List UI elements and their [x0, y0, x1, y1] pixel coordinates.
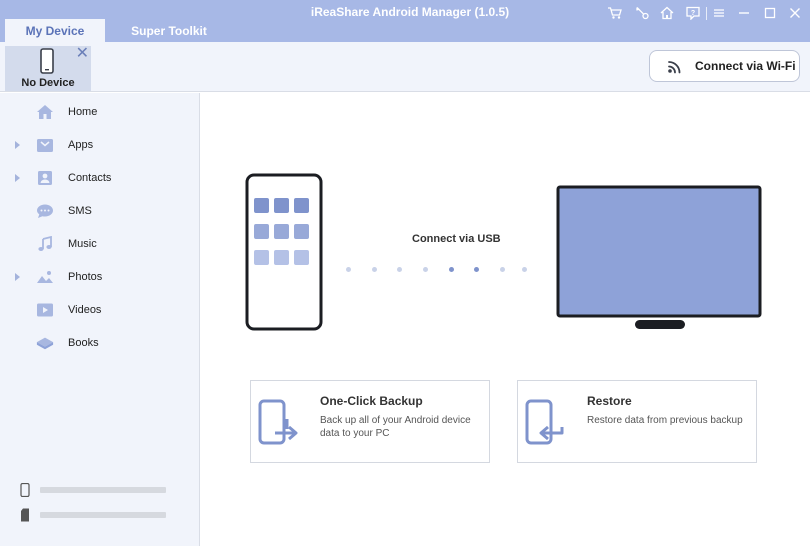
phone-icon — [40, 48, 54, 79]
feedback-icon[interactable]: ? — [684, 5, 702, 21]
usb-connection-label: Connect via USB — [412, 233, 501, 245]
books-icon — [36, 334, 54, 352]
sidebar-item-sms[interactable]: SMS — [0, 194, 200, 227]
sidebar-item-label: Apps — [68, 138, 94, 151]
wifi-icon — [668, 60, 681, 73]
phone-storage-bar — [40, 487, 166, 493]
sidebar-item-label: Music — [68, 237, 97, 250]
sidebar-item-label: Home — [68, 105, 98, 118]
sidebar-item-label: Videos — [68, 303, 102, 316]
svg-text:?: ? — [691, 10, 695, 17]
connect-wifi-button[interactable]: Connect via Wi-Fi — [649, 50, 800, 82]
sidebar-item-photos[interactable]: Photos — [0, 260, 200, 293]
one-click-backup-card[interactable]: One-Click Backup Back up all of your And… — [250, 380, 490, 463]
minimize-icon[interactable] — [735, 5, 753, 21]
key-icon[interactable] — [633, 5, 651, 21]
music-icon — [36, 235, 54, 253]
card-desc: Back up all of your Android device data … — [320, 415, 471, 439]
maximize-icon[interactable] — [761, 5, 779, 21]
sidebar-item-label: Books — [68, 336, 99, 349]
videos-icon — [36, 301, 54, 319]
device-label: No Device — [21, 77, 75, 89]
photos-icon — [36, 268, 54, 286]
progress-dot — [423, 267, 428, 272]
tab-super-toolkit[interactable]: Super Toolkit — [118, 19, 220, 42]
device-bar: ✕ No Device Connect via Wi-Fi — [0, 42, 810, 92]
tab-my-device[interactable]: My Device — [5, 19, 105, 42]
app-title: iReaShare Android Manager (1.0.5) — [310, 5, 510, 19]
home-icon[interactable] — [658, 5, 676, 21]
phone-illustration — [245, 173, 323, 331]
title-separator — [706, 7, 707, 20]
sd-card-icon — [21, 508, 29, 522]
sidebar-item-label: Contacts — [68, 171, 112, 184]
sidebar-item-books[interactable]: Books — [0, 326, 200, 359]
menu-icon[interactable] — [710, 5, 728, 21]
main-panel: Connect via USB One-Click Backup Back up… — [201, 93, 810, 546]
sd-storage-row — [20, 508, 170, 522]
expand-arrow-icon[interactable] — [15, 140, 20, 149]
sidebar-item-apps[interactable]: Apps — [0, 128, 200, 161]
progress-dot — [397, 267, 402, 272]
progress-dot — [522, 267, 527, 272]
phone-storage-row — [20, 483, 170, 497]
progress-dot — [449, 267, 454, 272]
progress-dot — [372, 267, 377, 272]
restore-card[interactable]: Restore Restore data from previous backu… — [517, 380, 757, 463]
phone-storage-icon — [20, 483, 30, 497]
contacts-icon — [36, 169, 54, 187]
progress-dot — [474, 267, 479, 272]
sidebar-item-label: SMS — [68, 204, 92, 217]
close-device-icon[interactable]: ✕ — [76, 46, 89, 62]
card-title: One-Click Backup — [320, 394, 423, 408]
progress-dot — [346, 267, 351, 272]
close-icon[interactable] — [786, 5, 804, 21]
expand-arrow-icon[interactable] — [15, 173, 20, 182]
sidebar-item-home[interactable]: Home — [0, 95, 200, 128]
title-bar: My Device Super Toolkit iReaShare Androi… — [0, 0, 810, 42]
monitor-illustration — [556, 185, 762, 329]
sidebar-item-music[interactable]: Music — [0, 227, 200, 260]
progress-dot — [500, 267, 505, 272]
device-card[interactable]: ✕ No Device — [5, 46, 91, 91]
cart-icon[interactable] — [606, 5, 624, 21]
restore-icon — [525, 399, 564, 445]
sidebar-item-label: Photos — [68, 270, 103, 283]
sidebar: Home Apps Contacts SMS Music Photos Vide… — [0, 93, 200, 546]
backup-icon — [258, 399, 298, 445]
card-title: Restore — [587, 394, 632, 408]
apps-icon — [36, 136, 54, 154]
sidebar-item-videos[interactable]: Videos — [0, 293, 200, 326]
sd-storage-bar — [40, 512, 166, 518]
card-desc: Restore data from previous backup — [587, 415, 743, 426]
sidebar-item-contacts[interactable]: Contacts — [0, 161, 200, 194]
sms-icon — [36, 202, 54, 220]
home-icon — [36, 103, 54, 121]
expand-arrow-icon[interactable] — [15, 272, 20, 281]
wifi-button-label: Connect via Wi-Fi — [695, 59, 796, 73]
